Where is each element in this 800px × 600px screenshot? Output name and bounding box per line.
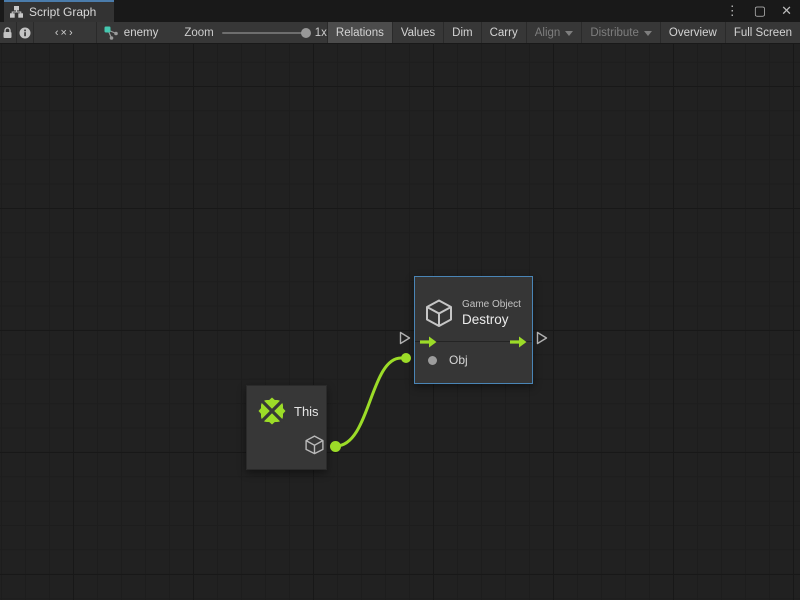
zoom-label: Zoom [184, 27, 213, 39]
toolbar-button-carry[interactable]: Carry [481, 22, 526, 43]
toolbar-button-align[interactable]: Align [526, 22, 582, 43]
button-label: Overview [669, 27, 717, 39]
toolbar-button-dim[interactable]: Dim [443, 22, 480, 43]
toolbar-button-relations[interactable]: Relations [327, 22, 392, 43]
lock-button[interactable] [0, 22, 17, 43]
obj-input-port[interactable] [428, 356, 437, 365]
info-button[interactable] [17, 22, 34, 43]
node-title: This [294, 404, 319, 419]
chevron-down-icon [644, 31, 652, 36]
obj-port-label: Obj [449, 353, 468, 367]
zoom-slider-thumb[interactable] [301, 28, 311, 38]
toolbar-button-values[interactable]: Values [392, 22, 443, 43]
window-tab-bar: Script Graph ⋮ ▢ ✕ [0, 0, 800, 22]
this-output-port[interactable] [330, 441, 341, 452]
button-label: Align [535, 27, 561, 39]
window-maximize-icon[interactable]: ▢ [754, 0, 766, 22]
zoom-slider[interactable] [222, 32, 306, 34]
toolbar-button-overview[interactable]: Overview [660, 22, 725, 43]
flow-output-arrow-icon[interactable] [510, 336, 527, 348]
window-menu-icon[interactable]: ⋮ [726, 0, 739, 22]
zoom-value: 1x [315, 27, 327, 39]
flow-ports-row [415, 336, 532, 348]
zoom-control: Zoom 1x [184, 27, 327, 39]
tab-title: Script Graph [29, 5, 96, 19]
graph-name-label: enemy [124, 27, 159, 39]
code-toggle-icon: ‹×› [55, 27, 75, 39]
flow-out-triangle-icon[interactable] [536, 331, 548, 345]
game-object-cube-icon [304, 434, 325, 455]
flow-input-arrow-icon[interactable] [420, 336, 437, 348]
graph-hierarchy-icon [10, 6, 23, 18]
script-graph-asset-icon [104, 26, 119, 40]
button-label: Carry [490, 27, 518, 39]
graph-breadcrumb[interactable]: enemy [104, 26, 159, 40]
chevron-down-icon [565, 31, 573, 36]
toolbar-button-fullscreen[interactable]: Full Screen [725, 22, 800, 43]
node-category: Game Object [462, 299, 521, 310]
node-title: Destroy [462, 312, 521, 327]
button-label: Dim [452, 27, 472, 39]
connection-wire[interactable] [336, 358, 401, 446]
window-close-icon[interactable]: ✕ [781, 0, 792, 22]
graph-canvas[interactable]: This Game Object Destroy [0, 44, 800, 600]
lock-icon [2, 27, 13, 39]
node-this[interactable]: This [246, 385, 327, 470]
code-preview-toggle[interactable]: ‹×› [34, 22, 97, 43]
toolbar-button-distribute[interactable]: Distribute [581, 22, 660, 43]
flow-in-triangle-icon[interactable] [399, 331, 411, 345]
connection-layer [0, 44, 800, 600]
button-label: Values [401, 27, 435, 39]
tab-script-graph[interactable]: Script Graph [4, 0, 114, 22]
button-label: Distribute [590, 27, 639, 39]
info-icon [19, 27, 31, 39]
button-label: Full Screen [734, 27, 792, 39]
this-unit-icon [258, 397, 286, 425]
node-destroy[interactable]: Game Object Destroy [414, 276, 533, 384]
button-label: Relations [336, 27, 384, 39]
graph-toolbar: ‹×› enemy Zoom 1x Relations Values Dim C… [0, 22, 800, 44]
game-object-cube-icon [424, 298, 454, 328]
connection-end-dot[interactable] [401, 353, 411, 363]
